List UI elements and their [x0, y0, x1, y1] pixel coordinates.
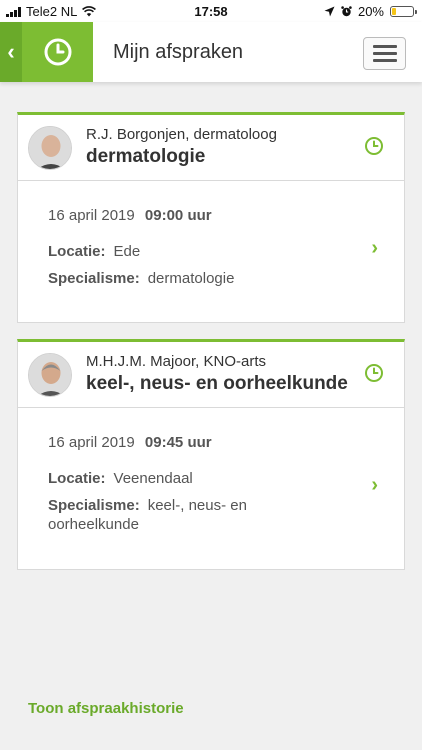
appointment-details: 16 april 2019 09:00 uur Locatie: Ede Spec… — [18, 181, 404, 320]
appointment-history-link[interactable]: Toon afspraakhistorie — [28, 700, 184, 717]
specialism-row: Specialisme: keel-, neus- en oorheelkunde — [48, 496, 374, 534]
doctor-avatar — [28, 353, 72, 397]
location-row: Locatie: Veenendaal — [48, 469, 374, 488]
specialism-value: dermatologie — [147, 270, 235, 287]
status-right: 20% — [324, 4, 417, 19]
specialism-label: Specialisme: — [48, 270, 140, 287]
specialism-row: Specialisme: dermatologie — [48, 269, 374, 288]
location-row: Locatie: Ede — [48, 242, 374, 261]
specialism-label: Specialisme: — [48, 497, 140, 514]
appointment-card-header: M.H.J.M. Majoor, KNO-arts keel-, neus- e… — [18, 342, 404, 408]
nav-bar: ‹ Mijn afspraken — [0, 22, 422, 82]
chevron-left-icon: ‹ — [7, 39, 15, 64]
chevron-right-icon[interactable]: › — [371, 474, 378, 497]
appointment-details: 16 april 2019 09:45 uur Locatie: Veenenda… — [18, 408, 404, 566]
location-label: Locatie: — [48, 470, 106, 487]
page-title: Mijn afspraken — [113, 41, 244, 63]
appointment-card[interactable]: R.J. Borgonjen, dermatoloog dermatologie… — [17, 112, 405, 323]
location-label: Locatie: — [48, 243, 106, 260]
clock-icon — [365, 137, 383, 155]
alarm-icon — [341, 6, 352, 17]
battery-icon — [390, 6, 417, 17]
clock-icon — [365, 364, 383, 382]
appointment-time: 09:00 uur — [144, 207, 212, 224]
doctor-name: M.H.J.M. Majoor, KNO-arts — [86, 353, 267, 370]
menu-button[interactable] — [363, 37, 406, 70]
clock-icon — [44, 38, 71, 66]
doctor-avatar — [28, 126, 72, 170]
appointment-time: 09:45 uur — [144, 434, 212, 451]
battery-percentage: 20% — [357, 4, 384, 19]
location-value: Ede — [113, 243, 141, 260]
location-value: Veenendaal — [113, 470, 193, 487]
specialty-title: keel-, neus- en oorheelkunde — [86, 373, 348, 394]
appointment-date: 16 april 2019 — [48, 207, 135, 224]
appointment-datetime: 16 april 2019 09:45 uur — [48, 434, 374, 451]
doctor-name: R.J. Borgonjen, dermatoloog — [86, 126, 277, 143]
chevron-right-icon[interactable]: › — [371, 237, 378, 260]
appointment-card-header: R.J. Borgonjen, dermatoloog dermatologie — [18, 115, 404, 181]
status-bar: Tele2 NL 17:58 20% — [0, 0, 422, 22]
appointments-section-button[interactable] — [22, 22, 93, 82]
appointment-date: 16 april 2019 — [48, 434, 135, 451]
appointment-card[interactable]: M.H.J.M. Majoor, KNO-arts keel-, neus- e… — [17, 339, 405, 570]
appointment-datetime: 16 april 2019 09:00 uur — [48, 207, 374, 224]
hamburger-icon — [372, 45, 397, 48]
back-button[interactable]: ‹ — [0, 22, 22, 82]
location-arrow-icon — [324, 6, 335, 17]
specialty-title: dermatologie — [86, 146, 206, 167]
